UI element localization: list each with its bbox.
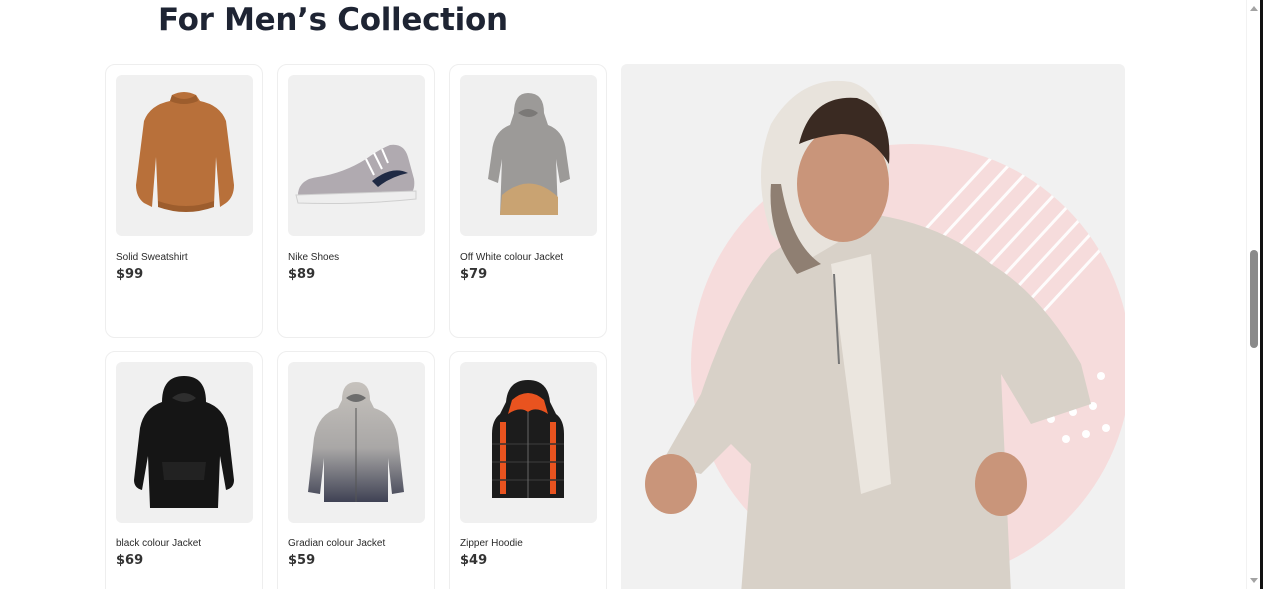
product-card-off-white-jacket[interactable]: Off White colour Jacket $79 [449,64,607,338]
product-card-black-jacket[interactable]: black colour Jacket $69 [105,351,263,589]
product-card-solid-sweatshirt[interactable]: Solid Sweatshirt $99 [105,64,263,338]
jacket-icon [308,382,404,502]
product-image[interactable] [288,362,425,523]
product-card-nike-shoes[interactable]: Nike Shoes $89 [277,64,435,338]
product-image[interactable] [288,75,425,236]
product-price: $59 [288,553,316,568]
jacket-icon [488,93,570,215]
product-name[interactable]: Nike Shoes [288,252,339,263]
scrollbar-thumb[interactable] [1250,250,1258,348]
hero-banner-image [621,64,1125,589]
product-name[interactable]: Gradian colour Jacket [288,538,385,549]
product-name[interactable]: Zipper Hoodie [460,538,523,549]
page: For Men’s Collection Solid Sweatshirt $9… [0,0,1246,589]
scroll-up-arrow-icon[interactable] [1250,6,1258,11]
product-name[interactable]: black colour Jacket [116,538,201,549]
vertical-scrollbar[interactable] [1246,0,1263,589]
product-image[interactable] [460,75,597,236]
product-card-zipper-hoodie[interactable]: Zipper Hoodie $49 [449,351,607,589]
sweatshirt-icon [136,92,234,212]
model-photo [645,80,1125,589]
product-price: $99 [116,267,144,282]
shoe-icon [295,144,417,204]
product-image[interactable] [116,75,253,236]
vest-icon [492,380,564,498]
scroll-down-arrow-icon[interactable] [1250,578,1258,583]
product-name[interactable]: Off White colour Jacket [460,252,563,263]
product-price: $49 [460,553,488,568]
product-image[interactable] [460,362,597,523]
product-price: $89 [288,267,316,282]
product-name[interactable]: Solid Sweatshirt [116,252,188,263]
product-card-gradian-jacket[interactable]: Gradian colour Jacket $59 [277,351,435,589]
product-price: $69 [116,553,144,568]
section-title: For Men’s Collection [158,2,508,38]
product-image[interactable] [116,362,253,523]
product-price: $79 [460,267,488,282]
hoodie-icon [134,376,234,508]
